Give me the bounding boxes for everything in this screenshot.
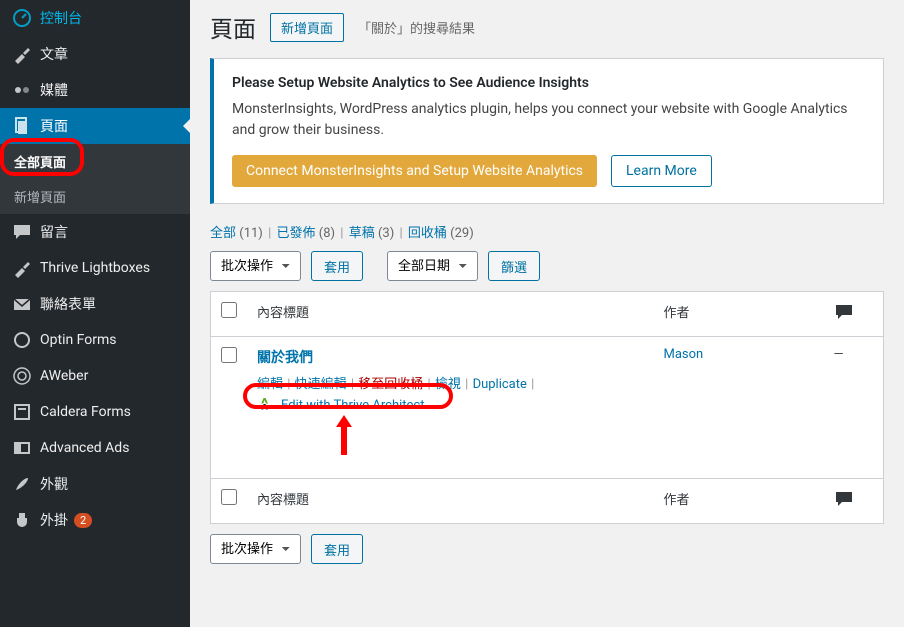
row-title-link[interactable]: 關於我們 [257,350,313,366]
row-checkbox[interactable] [221,347,237,363]
sidebar-submenu: 全部頁面 新增頁面 [0,144,190,214]
sidebar-item-label: 外觀 [40,474,68,494]
sidebar-item-label: 留言 [40,222,68,242]
column-author-foot[interactable]: 作者 [654,479,824,524]
aweber-icon [12,366,32,386]
admin-notice: Please Setup Website Analytics to See Au… [210,58,884,204]
action-trash[interactable]: 移至回收桶 [358,377,423,392]
search-result-text: 「關於」的搜尋結果 [358,18,475,37]
sidebar-sub-add-new[interactable]: 新增頁面 [0,179,190,214]
pin-icon [12,44,32,64]
comments-icon [834,489,854,509]
filter-published-count: (8) [319,226,335,241]
thrive-architect-icon [257,396,275,414]
sidebar-item-plugins[interactable]: 外掛 2 [0,502,190,538]
date-filter-select[interactable]: 全部日期 [387,251,478,281]
form-icon [12,402,32,422]
sidebar-item-label: Optin Forms [40,332,117,348]
action-edit[interactable]: 編輯 [257,377,283,392]
circle-icon [12,330,32,350]
filter-trash[interactable]: 回收桶 [408,226,447,241]
sidebar-item-label: 外掛 [40,510,68,530]
media-icon [12,80,32,100]
status-filter-links: 全部 (11) | 已發佈 (8) | 草稿 (3) | 回收桶 (29) [210,222,884,241]
sidebar-item-appearance[interactable]: 外觀 [0,466,190,502]
sidebar-item-pages[interactable]: 頁面 [0,108,190,144]
filter-published[interactable]: 已發佈 [277,226,316,241]
sidebar-item-posts[interactable]: 文章 [0,36,190,72]
sidebar-item-label: 控制台 [40,8,82,28]
sidebar-item-dashboard[interactable]: 控制台 [0,0,190,36]
select-all-checkbox-bottom[interactable] [221,489,237,505]
ads-icon [12,438,32,458]
notice-cta-button[interactable]: Connect MonsterInsights and Setup Websit… [232,155,597,187]
sidebar-item-aweber[interactable]: AWeber [0,358,190,394]
sidebar-item-ads[interactable]: Advanced Ads [0,430,190,466]
brush-icon [12,474,32,494]
column-title[interactable]: 內容標題 [247,292,654,337]
column-title-foot[interactable]: 內容標題 [247,479,654,524]
sidebar-item-contact-form[interactable]: 聯絡表單 [0,286,190,322]
column-author[interactable]: 作者 [654,292,824,337]
bulk-action-select-bottom[interactable]: 批次操作 [210,534,301,564]
row-author-link[interactable]: Mason [664,347,704,362]
admin-sidebar: 控制台 文章 媒體 頁面 全部頁面 新增頁面 留言 Thrive Lightbo… [0,0,190,627]
sidebar-item-label: Advanced Ads [40,440,129,456]
bulk-action-select[interactable]: 批次操作 [210,251,301,281]
filter-draft-count: (3) [378,226,394,241]
comment-icon [12,222,32,242]
sidebar-item-label: AWeber [40,368,88,384]
row-comments: — [824,337,884,479]
sidebar-item-comments[interactable]: 留言 [0,214,190,250]
column-comments[interactable] [824,292,884,337]
column-comments-foot[interactable] [824,479,884,524]
bulk-apply-button-bottom[interactable]: 套用 [311,534,363,564]
filter-trash-count: (29) [450,226,474,241]
add-new-button[interactable]: 新增頁面 [270,13,344,42]
comments-icon [834,302,854,322]
sidebar-item-label: Thrive Lightboxes [40,260,150,276]
main-content: 頁面 新增頁面 「關於」的搜尋結果 Please Setup Website A… [190,0,904,627]
sidebar-item-optin[interactable]: Optin Forms [0,322,190,358]
dashboard-icon [12,8,32,28]
action-duplicate[interactable]: Duplicate [473,377,527,392]
sidebar-sub-all-pages[interactable]: 全部頁面 [0,144,190,179]
filter-all-count: (11) [239,226,263,241]
pages-table: 內容標題 作者 關於我們 編輯 | 快速編輯 | 移至回收桶 | 檢視 | Du… [210,291,884,524]
filter-button[interactable]: 篩選 [488,251,540,281]
sidebar-item-thrive-lightboxes[interactable]: Thrive Lightboxes [0,250,190,286]
sidebar-item-label: 頁面 [40,116,68,136]
sidebar-item-media[interactable]: 媒體 [0,72,190,108]
select-all-checkbox[interactable] [221,302,237,318]
sidebar-item-label: 文章 [40,44,68,64]
plugin-icon [12,510,32,530]
update-badge: 2 [74,513,92,528]
sidebar-item-label: 聯絡表單 [40,294,96,314]
page-title: 頁面 [210,10,256,44]
mail-icon [12,294,32,314]
action-quick-edit[interactable]: 快速編輯 [295,377,347,392]
sidebar-item-label: 媒體 [40,80,68,100]
filter-all[interactable]: 全部 [210,226,236,241]
table-row: 關於我們 編輯 | 快速編輯 | 移至回收桶 | 檢視 | Duplicate … [211,337,884,479]
notice-title: Please Setup Website Analytics to See Au… [232,75,865,91]
action-view[interactable]: 檢視 [435,377,461,392]
page-icon [12,116,32,136]
row-actions: 編輯 | 快速編輯 | 移至回收桶 | 檢視 | Duplicate | [257,373,644,392]
filter-draft[interactable]: 草稿 [349,226,375,241]
bulk-apply-button[interactable]: 套用 [311,251,363,281]
pin-icon [12,258,32,278]
notice-learn-button[interactable]: Learn More [611,155,712,187]
sidebar-item-label: Caldera Forms [40,404,131,420]
notice-body: MonsterInsights, WordPress analytics plu… [232,99,865,141]
annotation-arrow [332,413,356,457]
action-thrive-edit[interactable]: Edit with Thrive Architect [281,398,424,413]
sidebar-item-caldera[interactable]: Caldera Forms [0,394,190,430]
